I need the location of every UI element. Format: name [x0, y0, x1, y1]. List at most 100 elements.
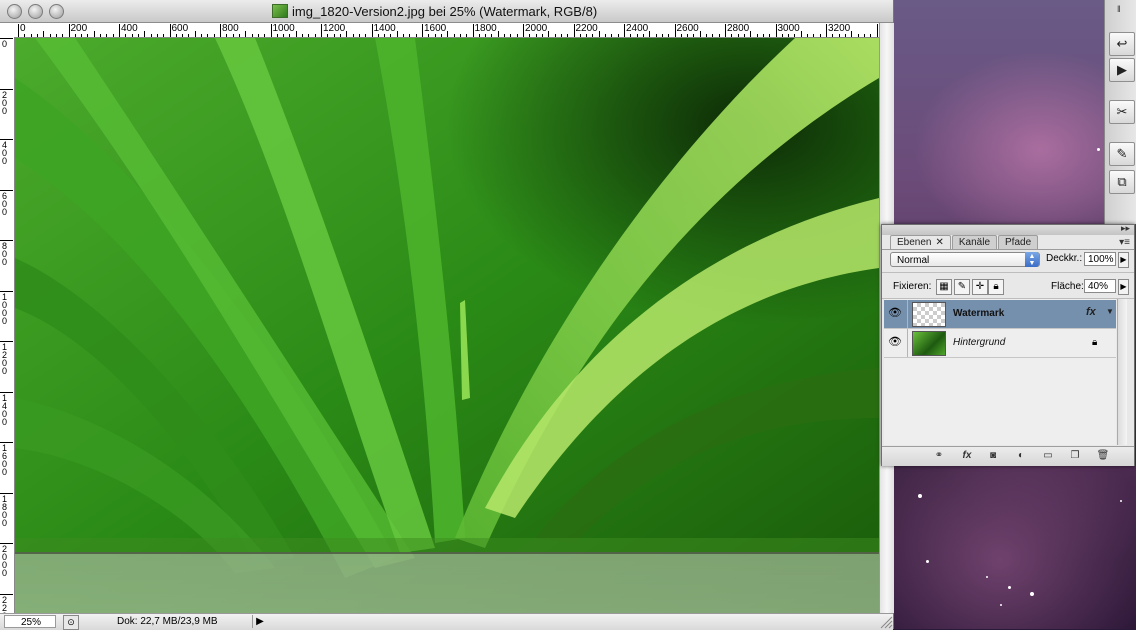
panel-menu-icon[interactable]: ▾≡: [1119, 237, 1130, 248]
divider: [907, 300, 908, 328]
ruler-minor-tick: [611, 34, 613, 37]
layer-row-watermark[interactable]: 👁︎ Watermark fx ▼: [884, 300, 1116, 329]
ruler-minor-tick: [554, 34, 556, 37]
history-icon[interactable]: ↩: [1109, 32, 1135, 56]
ruler-minor-tick: [668, 34, 670, 37]
new-layer-icon[interactable]: ❐: [1066, 449, 1084, 463]
actions-play-icon[interactable]: ▶: [1109, 58, 1135, 82]
ruler-label: 3200: [828, 23, 851, 34]
ruler-minor-tick: [485, 34, 487, 37]
title-bar[interactable]: img_1820-Version2.jpg bei 25% (Watermark…: [0, 0, 893, 23]
fill-slider-arrow-icon[interactable]: ▶: [1118, 279, 1129, 295]
ruler-minor-tick: [605, 34, 607, 37]
opacity-slider-arrow-icon[interactable]: ▶: [1118, 252, 1129, 268]
opacity-input[interactable]: 100%: [1084, 252, 1116, 266]
ruler-minor-tick: [807, 34, 809, 37]
trash-icon[interactable]: 🗑︎: [1094, 449, 1112, 463]
ruler-origin[interactable]: [0, 23, 15, 38]
ruler-minor-tick: [125, 34, 127, 37]
ruler-minor-tick: [649, 31, 651, 37]
lock-pixels-icon[interactable]: ✎: [954, 279, 970, 295]
ruler-minor-tick: [276, 34, 278, 37]
eye-icon[interactable]: 👁︎: [888, 336, 902, 348]
ruler-vertical[interactable]: 0 200 400 600 800 1000 1200 1400 1600 1800 2000 220…: [0, 37, 15, 613]
zoom-field[interactable]: 25%: [4, 615, 56, 628]
resize-grip-icon[interactable]: [878, 614, 893, 629]
panel-footer: ⚭ fx ◙ ◐ ▭ ❐ 🗑︎: [882, 446, 1134, 466]
ruler-label: 2600: [676, 23, 699, 34]
ruler-minor-tick: [870, 34, 872, 37]
ruler-label: 200: [70, 23, 88, 34]
link-layers-icon[interactable]: ⚭: [930, 449, 948, 463]
ruler-minor-tick: [377, 34, 379, 37]
chevron-down-icon[interactable]: ▼: [1106, 307, 1114, 316]
ruler-minor-tick: [201, 34, 203, 37]
ruler-minor-tick: [100, 34, 102, 37]
effects-icon[interactable]: fx: [1086, 306, 1096, 318]
ruler-label: 0: [20, 23, 26, 34]
ruler-minor-tick: [504, 34, 506, 37]
ruler-minor-tick: [661, 34, 663, 37]
tab-kanaele[interactable]: Kanäle: [951, 235, 998, 249]
ruler-minor-tick: [529, 34, 531, 37]
ruler-minor-tick: [194, 31, 196, 37]
eye-icon[interactable]: 👁︎: [888, 307, 902, 319]
lock-icon: 🔒︎: [1092, 337, 1098, 348]
zoom-window-button[interactable]: [49, 4, 64, 19]
layer-name: Hintergrund: [953, 337, 1006, 348]
window-title-text: img_1820-Version2.jpg bei 25% (Watermark…: [292, 3, 598, 19]
panel-header[interactable]: ▸▸: [882, 223, 1134, 235]
ruler-minor-tick: [137, 34, 139, 37]
ruler-label: 2200: [2, 594, 8, 613]
chevron-updown-icon: ▲ ▼: [1025, 252, 1039, 267]
tools-icon[interactable]: ✂: [1109, 100, 1135, 124]
fx-icon[interactable]: fx: [958, 449, 976, 463]
lock-transparency-icon[interactable]: ▦: [936, 279, 952, 295]
minimize-window-button[interactable]: [28, 4, 43, 19]
tab-pfade[interactable]: Pfade: [998, 235, 1039, 249]
close-window-button[interactable]: [7, 4, 22, 19]
ruler-minor-tick: [150, 34, 152, 37]
lock-all-icon[interactable]: 🔒︎: [988, 279, 1004, 295]
clone-source-icon[interactable]: ⧉: [1109, 170, 1135, 194]
status-info-icon[interactable]: ⊙: [63, 615, 79, 630]
panel-collapse-icon[interactable]: ▸▸: [1121, 223, 1130, 234]
ruler-tick: [775, 24, 777, 37]
adjustment-layer-icon[interactable]: ◐: [1012, 449, 1030, 463]
ruler-minor-tick: [74, 34, 76, 37]
document-window: img_1820-Version2.jpg bei 25% (Watermark…: [0, 0, 894, 630]
lock-position-icon[interactable]: ✛: [972, 279, 988, 295]
ruler-minor-tick: [788, 34, 790, 37]
divider: [882, 272, 1134, 273]
ruler-minor-tick: [447, 31, 449, 37]
dock-collapse-icon[interactable]: ‖: [1117, 4, 1121, 14]
ruler-minor-tick: [302, 34, 304, 37]
ruler-minor-tick: [188, 34, 190, 37]
blend-mode-select[interactable]: Normal ▲ ▼: [890, 252, 1040, 267]
layer-mask-icon[interactable]: ◙: [984, 449, 1002, 463]
ruler-minor-tick: [163, 34, 165, 37]
fill-input[interactable]: 40%: [1084, 279, 1116, 293]
ruler-minor-tick: [813, 34, 815, 37]
brushes-icon[interactable]: ✎: [1109, 142, 1135, 166]
new-group-icon[interactable]: ▭: [1039, 449, 1057, 463]
status-menu-arrow-icon[interactable]: ▶: [252, 615, 267, 628]
ruler-label: 1400: [373, 23, 396, 34]
ruler-minor-tick: [131, 34, 133, 37]
panel-dock: ‖ ↩ ▶ ✂ ✎ ⧉: [1104, 0, 1136, 224]
ruler-minor-tick: [819, 34, 821, 37]
ruler-tick: [422, 24, 423, 37]
ruler-tick: [472, 24, 474, 37]
layer-list-scrollbar[interactable]: [1117, 299, 1127, 445]
ruler-minor-tick: [560, 34, 562, 37]
tab-ebenen[interactable]: Ebenen ✕: [890, 235, 951, 249]
ruler-minor-tick: [390, 34, 392, 37]
ruler-minor-tick: [586, 34, 588, 37]
ruler-minor-tick: [49, 34, 51, 37]
divider: [907, 329, 908, 357]
close-icon[interactable]: ✕: [935, 237, 943, 248]
image-canvas[interactable]: [15, 38, 879, 613]
ruler-tick: [371, 24, 373, 37]
layer-row-hintergrund[interactable]: 👁︎ Hintergrund 🔒︎: [884, 329, 1116, 358]
ruler-horizontal[interactable]: 0 200 400 600 800 1000 1200 1400 1600 1800 2000 220…: [14, 23, 879, 38]
